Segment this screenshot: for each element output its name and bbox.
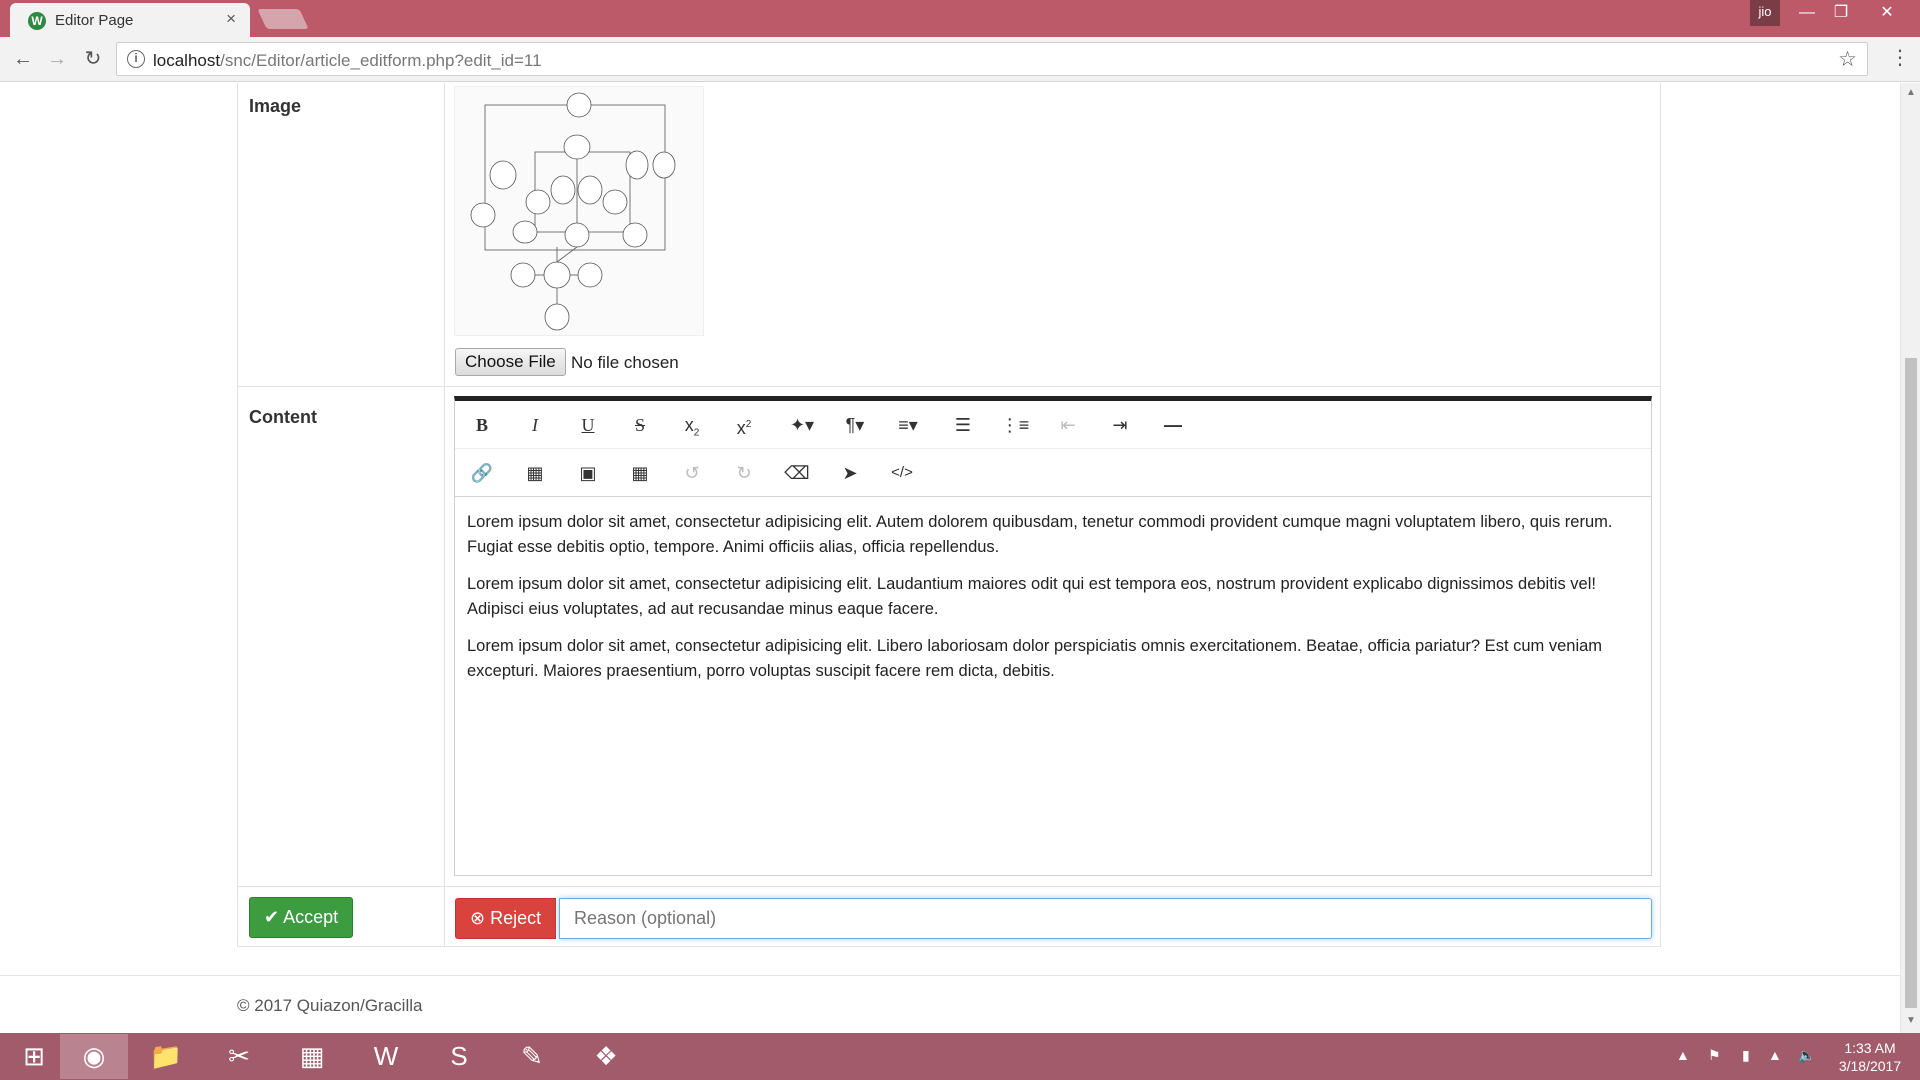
indent-icon[interactable]: ⇥ — [1105, 410, 1135, 440]
underline-icon[interactable]: U — [573, 410, 603, 440]
picture-icon[interactable]: ▦ — [520, 458, 550, 488]
editor-content[interactable]: Lorem ipsum dolor sit amet, consectetur … — [455, 498, 1651, 708]
content-paragraph: Lorem ipsum dolor sit amet, consectetur … — [467, 637, 1603, 680]
bold-icon[interactable]: B — [467, 410, 497, 440]
unordered-list-icon[interactable]: ⋮≡ — [1000, 410, 1030, 440]
scroll-up-icon[interactable]: ▲ — [1906, 87, 1916, 98]
minimize-icon[interactable]: — — [1790, 0, 1824, 26]
link-icon[interactable]: 🔗 — [467, 458, 497, 488]
accept-button[interactable]: ✔ Accept — [249, 897, 354, 938]
video-icon[interactable]: ▣ — [573, 458, 603, 488]
choose-file-button[interactable]: Choose File — [455, 348, 566, 376]
info-icon[interactable]: i — [127, 50, 145, 68]
edit-form-table: Image Choose File No file chosen Content… — [237, 83, 1661, 947]
eraser-icon[interactable]: ⌫ — [782, 458, 812, 488]
editor-toolbar-row-1: B I U S x2 x2 ✦▾ ¶▾ ≡▾ ☰ ⋮≡ ⇤ ⇥ — — [455, 401, 1651, 449]
close-tab-icon[interactable]: × — [226, 9, 236, 29]
ordered-list-icon[interactable]: ☰ — [948, 410, 978, 440]
forward-icon[interactable]: → — [44, 46, 70, 72]
strikethrough-icon[interactable]: S — [625, 410, 655, 440]
subscript-icon[interactable]: x2 — [677, 410, 707, 440]
scroll-thumb[interactable] — [1905, 358, 1917, 1008]
flowchart-diagram-image — [470, 92, 676, 331]
italic-icon[interactable]: I — [520, 410, 550, 440]
snipping-tool-icon[interactable]: ✂ — [205, 1034, 273, 1079]
page-scrollbar[interactable]: ▲ ▼ — [1900, 83, 1920, 1033]
reload-icon[interactable]: ↻ — [80, 46, 106, 72]
table-icon[interactable]: ▦ — [625, 458, 655, 488]
file-explorer-icon[interactable]: 📁 — [132, 1034, 200, 1079]
paint-icon[interactable]: ✎ — [498, 1034, 566, 1079]
page: Image Choose File No file chosen Content… — [0, 83, 1900, 1033]
calculator-icon[interactable]: ▦ — [278, 1034, 346, 1079]
sublime-text-icon[interactable]: S — [425, 1034, 493, 1079]
superscript-icon[interactable]: x2 — [729, 410, 759, 440]
horizontal-rule-icon[interactable]: — — [1158, 410, 1188, 440]
browser-titlebar: W Editor Page × jio — ❐ ✕ — [0, 0, 1920, 37]
xampp-icon[interactable]: ❖ — [572, 1034, 640, 1079]
tab-title: Editor Page — [55, 12, 134, 29]
editor-toolbar-row-2: 🔗 ▦ ▣ ▦ ↺ ↻ ⌫ ➤ </> — [455, 449, 1651, 497]
profile-button[interactable]: jio — [1750, 0, 1780, 26]
url-text: localhost/snc/Editor/article_editform.ph… — [153, 51, 542, 70]
close-window-icon[interactable]: ✕ — [1870, 0, 1904, 26]
taskbar-clock[interactable]: 1:33 AM 3/18/2017 — [1830, 1039, 1910, 1075]
outdent-icon[interactable]: ⇤ — [1053, 410, 1083, 440]
windows-taskbar: ⊞ ◉ 📁 ✂ ▦ W S ✎ ❖ ▲ ⚑ ▮ ▲ 🔈 1:33 AM 3/18… — [0, 1033, 1920, 1080]
browser-tab[interactable]: W Editor Page × — [10, 3, 250, 37]
address-bar[interactable]: i localhost/snc/Editor/article_editform.… — [116, 42, 1868, 76]
word-icon[interactable]: W — [352, 1034, 420, 1079]
pointer-icon[interactable]: ➤ — [835, 458, 865, 488]
back-icon[interactable]: ← — [10, 46, 36, 72]
paragraph-icon[interactable]: ¶▾ — [840, 410, 870, 440]
wordpress-icon: W — [28, 12, 46, 30]
reason-input[interactable] — [559, 898, 1652, 939]
restore-icon[interactable]: ❐ — [1824, 0, 1858, 26]
cancel-circle-icon: ⊗ — [470, 908, 486, 928]
network-icon[interactable]: ▲ — [1768, 1047, 1782, 1063]
footer-copyright: © 2017 Quiazon/Gracilla — [237, 996, 423, 1015]
code-view-icon[interactable]: </> — [887, 458, 917, 488]
redo-icon[interactable]: ↻ — [729, 458, 759, 488]
flag-icon[interactable]: ⚑ — [1708, 1047, 1721, 1064]
content-label: Content — [249, 407, 317, 427]
check-icon: ✔ — [264, 907, 280, 927]
no-file-chosen-text: No file chosen — [571, 353, 679, 372]
reject-button[interactable]: ⊗ Reject — [455, 898, 557, 939]
device-icon[interactable]: ▮ — [1742, 1047, 1750, 1064]
undo-icon[interactable]: ↺ — [677, 458, 707, 488]
new-tab-button[interactable] — [257, 9, 309, 29]
bookmark-star-icon[interactable]: ☆ — [1838, 47, 1857, 72]
magic-wand-icon[interactable]: ✦▾ — [787, 410, 817, 440]
chrome-icon[interactable]: ◉ — [60, 1034, 128, 1079]
align-icon[interactable]: ≡▾ — [893, 410, 923, 440]
show-hidden-icons[interactable]: ▲ — [1676, 1047, 1690, 1063]
article-image-thumbnail — [454, 86, 704, 336]
scroll-down-icon[interactable]: ▼ — [1906, 1015, 1916, 1026]
content-paragraph: Lorem ipsum dolor sit amet, consectetur … — [467, 575, 1596, 618]
content-paragraph: Lorem ipsum dolor sit amet, consectetur … — [467, 513, 1613, 556]
menu-icon[interactable]: ⋮ — [1890, 45, 1910, 70]
rich-text-editor: B I U S x2 x2 ✦▾ ¶▾ ≡▾ ☰ ⋮≡ ⇤ ⇥ — 🔗 ▦ ▣ … — [454, 396, 1652, 876]
windows-start-icon[interactable]: ⊞ — [0, 1034, 68, 1079]
image-label: Image — [249, 96, 302, 116]
browser-toolbar: ← → ↻ i localhost/snc/Editor/article_edi… — [0, 37, 1920, 82]
volume-icon[interactable]: 🔈 — [1798, 1047, 1815, 1064]
